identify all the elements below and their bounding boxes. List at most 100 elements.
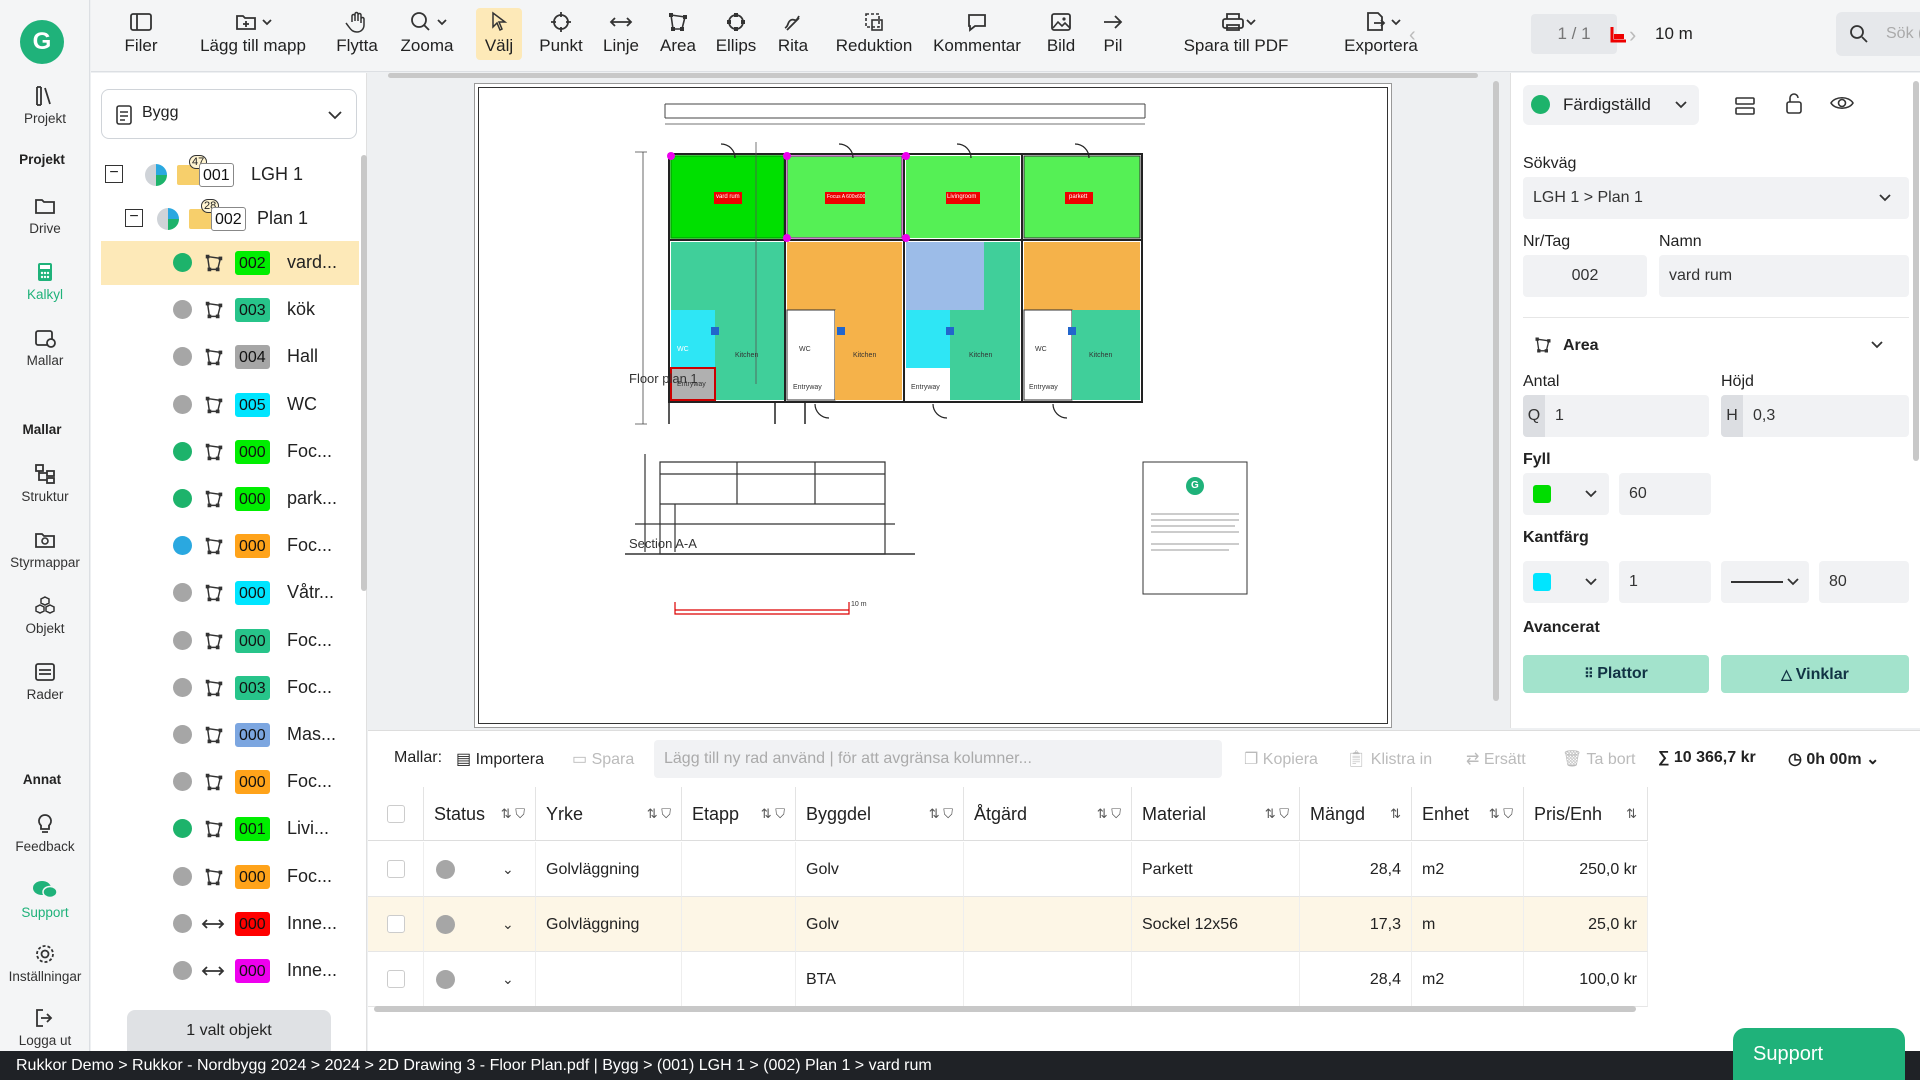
time-dropdown[interactable]: ◷ 0h 00m ⌄ [1788, 749, 1879, 769]
app-logo[interactable]: G [20, 20, 64, 64]
tool-rita[interactable]: Rita [771, 8, 815, 60]
row-byggdel-cell[interactable]: BTA [796, 952, 964, 1007]
tree-item-row[interactable]: 000 Foc... [101, 619, 359, 663]
kant-style-dropdown[interactable] [1721, 561, 1809, 603]
row-yrke-cell[interactable]: Golvläggning [536, 842, 682, 897]
tree-item-row[interactable]: 000 Foc... [101, 524, 359, 568]
scale-ruler-icon[interactable] [1609, 24, 1629, 49]
tree-item-row[interactable]: 003 kök [101, 288, 359, 332]
nav-installningar[interactable]: Inställningar [0, 942, 90, 984]
prev-page-icon[interactable]: ‹ [1409, 24, 1416, 47]
row-checkbox[interactable] [387, 970, 405, 988]
tree-selector-dropdown[interactable]: Bygg [101, 89, 357, 139]
eye-icon[interactable] [1829, 93, 1855, 113]
row-enhet-cell[interactable]: m [1412, 897, 1524, 952]
tool-pil[interactable]: Pil [1091, 8, 1135, 60]
col-material[interactable]: Material ⇅ ⛉ [1132, 787, 1300, 841]
status-dropdown[interactable]: Färdigställd [1523, 85, 1699, 125]
tree-item-row[interactable]: 001 Livi... [101, 807, 359, 851]
page-indicator[interactable]: 1 / 1 [1531, 14, 1617, 54]
row-checkbox-cell[interactable] [368, 842, 424, 897]
row-mangd-cell[interactable]: 17,3 [1300, 897, 1412, 952]
kopiera-button[interactable]: ❐ Kopiera [1244, 749, 1318, 769]
tree-item-row[interactable]: 000 Mas... [101, 713, 359, 757]
next-page-icon[interactable]: › [1629, 22, 1636, 48]
canvas-scrollbar-h[interactable] [388, 73, 1478, 78]
tree-item-row[interactable]: 000 park... [101, 477, 359, 521]
kant-width-input[interactable]: 1 [1619, 561, 1711, 603]
namn-input[interactable]: vard rum [1659, 255, 1909, 297]
vinklar-button[interactable]: △ Vinklar [1721, 655, 1909, 693]
tool-area[interactable]: Area [653, 8, 703, 60]
row-checkbox-cell[interactable] [368, 897, 424, 952]
row-etapp-cell[interactable] [682, 952, 796, 1007]
drawing-sheet[interactable]: Floor plan 1 Section A-A vard rum Focus … [474, 83, 1392, 728]
col-mangd[interactable]: Mängd ⇅ [1300, 787, 1412, 841]
col-status[interactable]: Status ⇅ ⛉ [424, 787, 536, 841]
nav-objekt[interactable]: Objekt [0, 594, 90, 636]
type-dropdown[interactable]: Area [1523, 325, 1909, 365]
col-pris[interactable]: Pris/Enh ⇅ [1524, 787, 1648, 841]
collapse-icon[interactable]: − [105, 165, 123, 183]
layers-icon[interactable] [1733, 95, 1757, 117]
row-mangd-cell[interactable]: 28,4 [1300, 952, 1412, 1007]
nav-styrmappar[interactable]: Styrmappar [0, 528, 90, 570]
canvas-scrollbar-v[interactable] [1493, 81, 1499, 701]
row-status-cell[interactable]: ⌄ [424, 842, 536, 897]
tool-flytta[interactable]: Flytta [327, 8, 387, 60]
col-etapp[interactable]: Etapp ⇅ ⛉ [682, 787, 796, 841]
fyll-color-picker[interactable] [1523, 473, 1609, 515]
tree-plan-row[interactable]: − 28 002 Plan 1 [101, 197, 359, 241]
row-pris-cell[interactable]: 25,0 kr [1524, 897, 1648, 952]
tree-item-row[interactable]: 002 vard... [101, 241, 359, 285]
tree-item-row[interactable]: 000 Våtr... [101, 571, 359, 615]
tool-add-folder[interactable]: Lägg till mapp [183, 8, 323, 60]
col-atgard[interactable]: Åtgärd ⇅ ⛉ [964, 787, 1132, 841]
tree-item-row[interactable]: 004 Hall [101, 335, 359, 379]
nav-support[interactable]: Support [0, 878, 90, 920]
tree-item-row[interactable]: 000 Foc... [101, 430, 359, 474]
tree-item-row[interactable]: 000 Foc... [101, 855, 359, 899]
nav-feedback[interactable]: Feedback [0, 812, 90, 854]
spara-button[interactable]: ▭ Spara [572, 749, 634, 769]
nav-logout[interactable]: Logga ut [0, 1006, 90, 1048]
grid-scrollbar-h[interactable] [374, 1006, 1636, 1012]
chevron-down-icon[interactable]: ⌄ [502, 952, 514, 1006]
tree-root-row[interactable]: − 47 001 LGH 1 [101, 153, 359, 197]
tool-filer[interactable]: Filer [111, 8, 171, 60]
row-yrke-cell[interactable]: Golvläggning [536, 897, 682, 952]
row-mangd-cell[interactable]: 28,4 [1300, 842, 1412, 897]
nav-drive[interactable]: Drive [0, 194, 90, 236]
support-button[interactable]: Support [1733, 1028, 1905, 1080]
collapse-icon[interactable]: − [125, 209, 143, 227]
tool-valj[interactable]: Välj [476, 8, 522, 60]
plattor-button[interactable]: ⠿ Plattor [1523, 655, 1709, 693]
tool-exportera[interactable]: Exportera [1323, 8, 1439, 60]
col-byggdel[interactable]: Byggdel ⇅ ⛉ [796, 787, 964, 841]
drawing-canvas[interactable]: Floor plan 1 Section A-A vard rum Focus … [368, 73, 1499, 728]
row-enhet-cell[interactable]: m2 [1412, 842, 1524, 897]
nav-mallar[interactable]: Mallar [0, 326, 90, 368]
chevron-down-icon[interactable]: ⌄ [502, 897, 514, 951]
tabort-button[interactable]: 🗑︎ Ta bort [1562, 749, 1635, 769]
sokvag-dropdown[interactable]: LGH 1 > Plan 1 [1523, 177, 1909, 219]
unlock-icon[interactable] [1783, 91, 1805, 115]
row-yrke-cell[interactable] [536, 952, 682, 1007]
scale-value[interactable]: 10 m [1655, 24, 1693, 44]
row-atgard-cell[interactable] [964, 842, 1132, 897]
selected-count-button[interactable]: 1 valt objekt [127, 1010, 331, 1051]
kant-color-picker[interactable] [1523, 561, 1609, 603]
ersatt-button[interactable]: ⇄ Ersätt [1466, 749, 1526, 769]
tree-item-row[interactable]: 000 Foc... [101, 760, 359, 804]
row-status-cell[interactable]: ⌄ [424, 897, 536, 952]
props-scrollbar[interactable] [1913, 81, 1919, 461]
nr-input[interactable]: 002 [1523, 255, 1647, 297]
row-byggdel-cell[interactable]: Golv [796, 842, 964, 897]
row-atgard-cell[interactable] [964, 897, 1132, 952]
tool-spara-pdf[interactable]: Spara till PDF [1161, 8, 1311, 60]
tool-bild[interactable]: Bild [1039, 8, 1083, 60]
row-checkbox[interactable] [387, 860, 405, 878]
row-material-cell[interactable]: Parkett [1132, 842, 1300, 897]
tree-item-row[interactable]: 000 Inne... [101, 949, 359, 993]
row-etapp-cell[interactable] [682, 897, 796, 952]
